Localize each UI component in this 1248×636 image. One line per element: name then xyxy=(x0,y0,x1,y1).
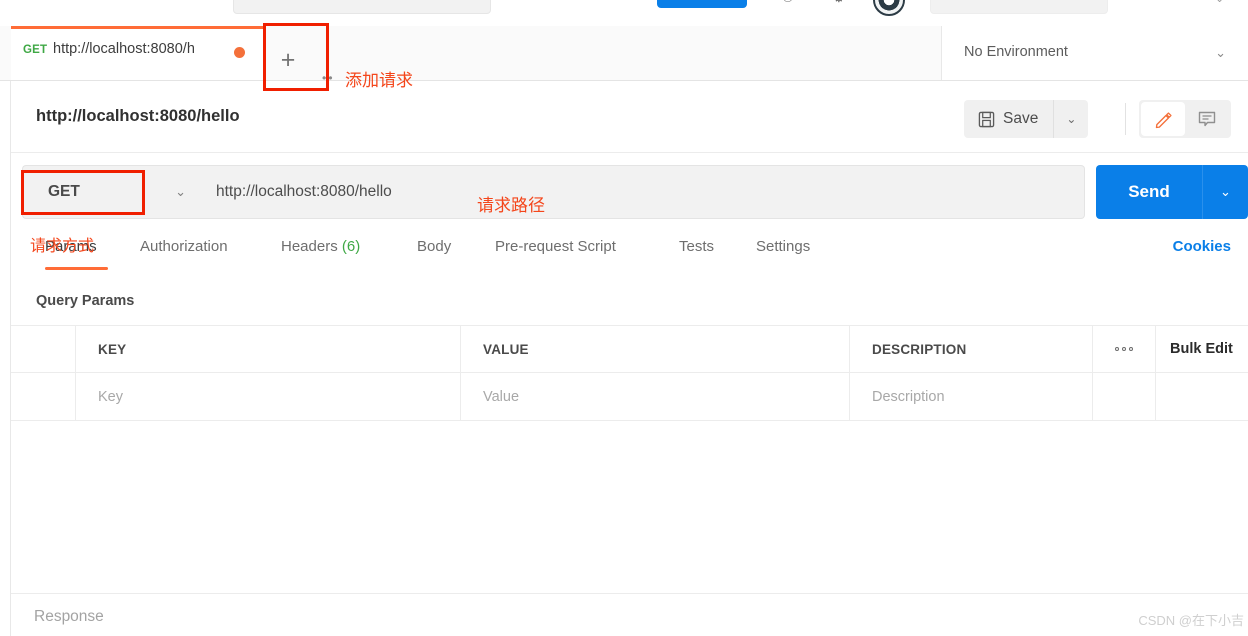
query-params-table: KEY VALUE DESCRIPTION Bulk Edit Key Valu… xyxy=(11,325,1248,421)
header-checkbox-cell xyxy=(11,326,76,372)
tab-pre-request-script[interactable]: Pre-request Script xyxy=(495,238,616,255)
row-checkbox-cell[interactable] xyxy=(11,373,76,420)
url-input[interactable]: http://localhost:8080/hello xyxy=(204,165,1085,219)
url-row: GET ⌄ http://localhost:8080/hello Send ⌄ xyxy=(11,165,1248,220)
send-label: Send xyxy=(1128,182,1170,201)
annotation-request-path: 请求路径 xyxy=(477,196,545,215)
tab-method-label: GET xyxy=(23,44,48,56)
toolbar-divider xyxy=(1125,103,1126,135)
send-options-button[interactable]: ⌄ xyxy=(1202,165,1248,219)
request-tools-group xyxy=(1139,100,1231,138)
tab-request-active[interactable]: GET http://localhost:8080/h xyxy=(11,26,264,80)
row-value-input[interactable]: Value xyxy=(461,373,850,420)
tab-authorization-label: Authorization xyxy=(140,238,228,255)
tab-headers-label: Headers xyxy=(281,238,338,255)
tab-authorization[interactable]: Authorization xyxy=(140,238,228,255)
annotation-request-method: 请求方式 xyxy=(30,238,95,255)
header-key: KEY xyxy=(76,326,461,372)
top-toolbar-sliver: Search Postman ☉ ⚙ ⌄ xyxy=(0,0,1248,26)
row-description-input[interactable]: Description xyxy=(850,373,1093,420)
tab-title-label: http://localhost:8080/h xyxy=(53,41,195,57)
save-button[interactable]: Save xyxy=(964,100,1055,138)
unsaved-dot-icon xyxy=(234,47,245,58)
row-spacer-bulk xyxy=(1156,373,1248,420)
header-description: DESCRIPTION xyxy=(850,326,1093,372)
tab-headers-count: (6) xyxy=(341,238,361,255)
annotation-box-request-method xyxy=(21,170,145,215)
upgrade-button[interactable] xyxy=(657,0,747,8)
response-label: Response xyxy=(34,608,104,625)
edit-request-button[interactable] xyxy=(1141,102,1185,136)
header-value: VALUE xyxy=(461,326,850,372)
workspace-chip[interactable] xyxy=(930,0,1108,14)
tab-pre-request-script-label: Pre-request Script xyxy=(495,238,616,255)
chevron-down-icon: ⌄ xyxy=(175,184,186,199)
query-params-title: Query Params xyxy=(36,293,135,309)
tab-headers[interactable]: Headers (6) xyxy=(281,238,360,255)
bulk-edit-button[interactable]: Bulk Edit xyxy=(1156,326,1248,372)
global-search-input[interactable]: Search Postman xyxy=(233,0,491,14)
chevron-down-icon: ⌄ xyxy=(1215,45,1226,60)
params-empty-area xyxy=(11,421,1248,593)
bell-icon[interactable]: ☉ xyxy=(782,0,794,6)
request-tab-bar: GET http://localhost:8080/h + ••• No Env… xyxy=(0,26,1248,85)
environment-selector[interactable]: No Environment ⌄ xyxy=(941,26,1248,80)
cookies-link[interactable]: Cookies xyxy=(1173,238,1231,255)
tab-tests-label: Tests xyxy=(679,238,715,255)
avatar[interactable] xyxy=(873,0,905,16)
annotation-box-add-request xyxy=(263,23,329,91)
bulk-edit-label: Bulk Edit xyxy=(1170,341,1233,357)
save-label: Save xyxy=(1003,110,1039,127)
chevron-down-icon: ⌄ xyxy=(1066,112,1077,126)
table-header-row: KEY VALUE DESCRIPTION Bulk Edit xyxy=(11,326,1248,373)
save-icon xyxy=(978,111,995,127)
chevron-down-icon[interactable]: ⌄ xyxy=(1215,0,1224,5)
chevron-down-icon: ⌄ xyxy=(1220,184,1231,199)
three-dots-icon xyxy=(1115,347,1133,351)
request-name-row: http://localhost:8080/hello Save ⌄ xyxy=(11,81,1248,153)
watermark-text: CSDN @在下小吉 xyxy=(1138,613,1244,628)
url-value: http://localhost:8080/hello xyxy=(216,183,392,200)
save-button-group: Save ⌄ xyxy=(964,100,1089,138)
postman-window: Search Postman ☉ ⚙ ⌄ GET http://localhos… xyxy=(0,0,1248,636)
pencil-icon xyxy=(1155,111,1172,128)
annotation-add-request: 添加请求 xyxy=(345,71,413,90)
settings-icon[interactable]: ⚙ xyxy=(833,0,845,6)
response-panel: Response CSDN @在下小吉 xyxy=(11,593,1248,636)
active-tab-indicator xyxy=(45,267,108,270)
table-row[interactable]: Key Value Description xyxy=(11,373,1248,421)
save-options-button[interactable]: ⌄ xyxy=(1054,100,1088,138)
row-key-input[interactable]: Key xyxy=(76,373,461,420)
send-button[interactable]: Send xyxy=(1096,165,1202,219)
cookies-label: Cookies xyxy=(1172,238,1231,255)
global-search-placeholder: Search Postman xyxy=(321,0,402,1)
tab-tests[interactable]: Tests xyxy=(679,238,714,255)
tab-settings[interactable]: Settings xyxy=(756,238,810,255)
tab-body-label: Body xyxy=(417,238,452,255)
comment-icon xyxy=(1198,111,1216,127)
comment-button[interactable] xyxy=(1185,102,1229,136)
table-more-button[interactable] xyxy=(1093,326,1156,372)
row-spacer-dots xyxy=(1093,373,1156,420)
environment-label: No Environment xyxy=(964,44,1068,60)
tab-settings-label: Settings xyxy=(756,238,811,255)
tab-body[interactable]: Body xyxy=(417,238,451,255)
page-title: http://localhost:8080/hello xyxy=(36,107,240,125)
send-button-group: Send ⌄ xyxy=(1096,165,1248,219)
request-subtabs: Params Authorization Headers (6) Body Pr… xyxy=(11,238,1248,278)
